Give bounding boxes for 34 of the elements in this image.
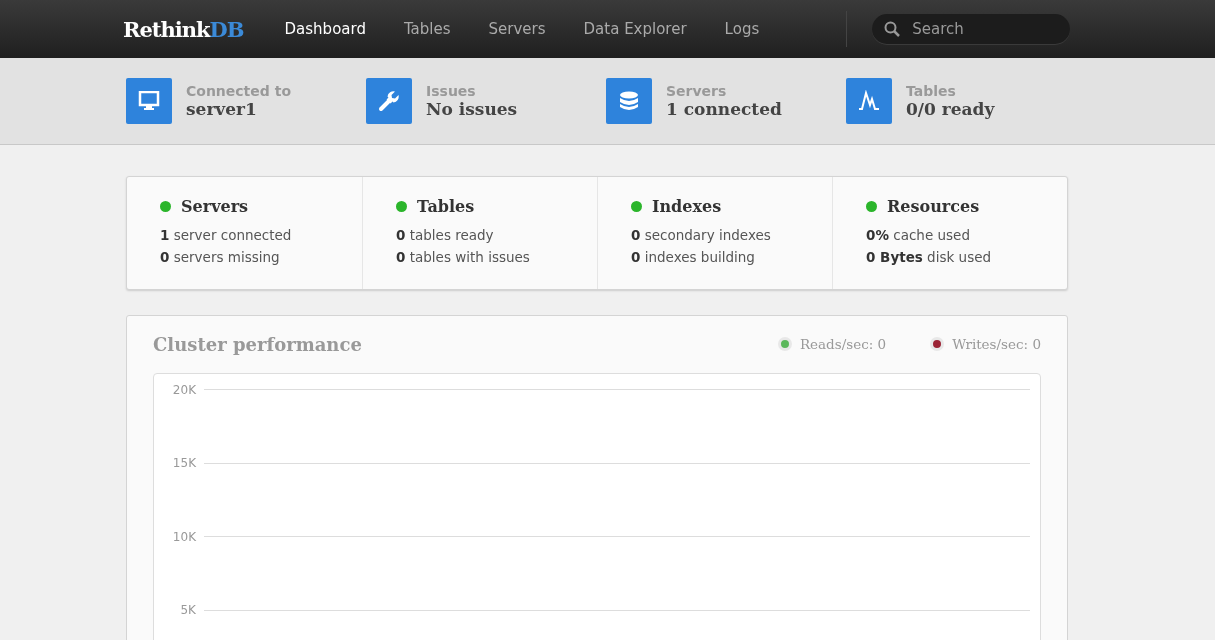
axis-label: 5K [179,603,197,618]
nav-link[interactable]: Dashboard [265,20,385,38]
stat-line: 0 secondary indexes [631,226,772,245]
summary-value: 1 connected [666,99,782,119]
card-title: Servers [181,197,249,216]
card-title: Resources [887,197,980,216]
summary-value: No issues [426,99,518,119]
search-field[interactable]: Search [872,14,1071,44]
nav-link[interactable]: Logs [705,20,779,38]
legend-label: Writes/sec: 0 [952,336,1041,352]
legend-label: Reads/sec: 0 [799,336,887,352]
summary-label: Tables [906,83,957,99]
stat-line: 0 tables with issues [396,248,531,267]
axis-label: 10K [171,529,197,544]
nav-link[interactable]: Tables [384,20,470,38]
stat-line: 0 indexes building [631,248,756,267]
summary-value: server1 [186,99,258,119]
panel-title: Cluster performance [153,333,363,355]
stat-line: 0 servers missing [160,248,281,267]
axis-label: 15K [171,456,197,471]
logo[interactable]: RethinkDB [123,16,244,42]
summary-label: Connected to [186,83,291,99]
stat-line: 0 Bytes disk used [866,248,993,267]
axis-label: 20K [171,382,197,397]
nav-link[interactable]: Servers [469,20,565,38]
card-title: Indexes [652,197,722,216]
summary-label: Servers [666,83,728,99]
summary-label: Issues [426,83,477,99]
stat-line: 1 server connected [160,226,293,245]
nav-link[interactable]: Data Explorer [564,20,706,38]
card-title: Tables [417,197,475,216]
stat-line: 0% cache used [866,226,971,245]
stat-line: 0 tables ready [396,226,495,245]
summary-value: 0/0 ready [906,99,995,119]
